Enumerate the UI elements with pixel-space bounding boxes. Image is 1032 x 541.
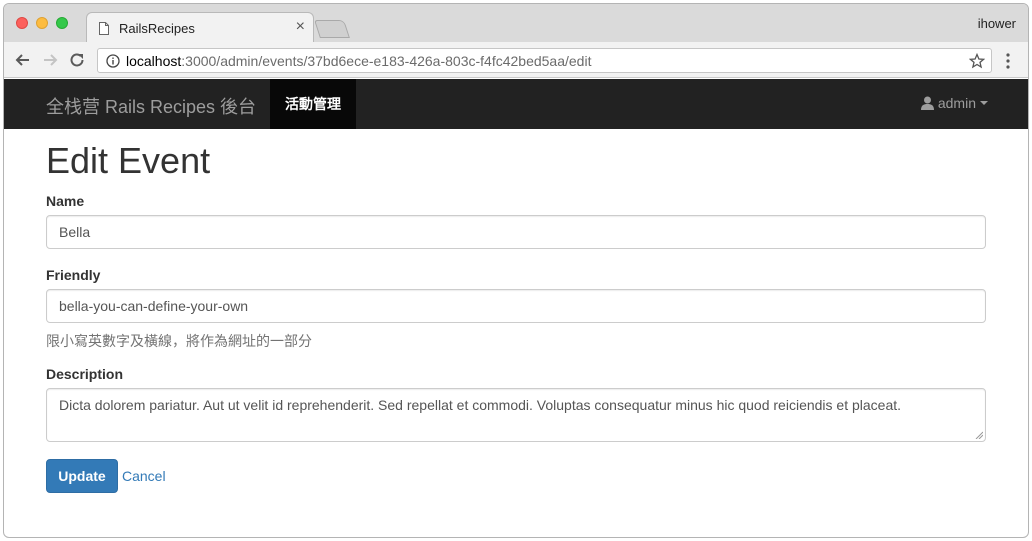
- back-arrow-icon[interactable]: [14, 51, 32, 69]
- friendly-input[interactable]: bella-you-can-define-your-own: [46, 289, 986, 323]
- user-icon: [920, 96, 934, 110]
- browser-toolbar: localhost:3000/admin/events/37bd6ece-e18…: [4, 42, 1028, 78]
- maximize-window-button[interactable]: [56, 17, 68, 29]
- close-window-button[interactable]: [16, 17, 28, 29]
- page-title: Edit Event: [46, 140, 211, 181]
- user-dropdown[interactable]: admin: [920, 95, 988, 111]
- minimize-window-button[interactable]: [36, 17, 48, 29]
- address-bar[interactable]: localhost:3000/admin/events/37bd6ece-e18…: [97, 48, 992, 73]
- user-name: admin: [937, 95, 976, 111]
- close-icon[interactable]: ×: [296, 18, 305, 36]
- browser-tab[interactable]: RailsRecipes ×: [86, 12, 314, 43]
- forward-arrow-icon[interactable]: [41, 51, 59, 69]
- friendly-label: Friendly: [46, 267, 101, 283]
- friendly-help-text: 限小寫英數字及橫線，將作為網址的一部分: [46, 333, 312, 349]
- app-navbar: 全栈营 Rails Recipes 後台 活動管理 admin: [4, 79, 1028, 129]
- resize-grip-icon[interactable]: [975, 431, 983, 439]
- new-tab-button[interactable]: [314, 20, 350, 38]
- document-icon: [99, 22, 109, 35]
- name-label: Name: [46, 193, 85, 209]
- menu-dots-icon[interactable]: [1006, 53, 1010, 69]
- url-text: localhost:3000/admin/events/37bd6ece-e18…: [126, 53, 592, 69]
- tab-strip: RailsRecipes × ihower: [4, 4, 1028, 43]
- name-input[interactable]: Bella: [46, 215, 986, 249]
- star-icon[interactable]: [969, 53, 985, 69]
- profile-name[interactable]: ihower: [978, 16, 1016, 31]
- update-button[interactable]: Update: [46, 459, 118, 493]
- description-text: Dicta dolorem pariatur. Aut ut velit id …: [59, 397, 902, 413]
- brand-link[interactable]: 全栈营 Rails Recipes 後台: [46, 93, 256, 119]
- info-icon[interactable]: [106, 54, 120, 68]
- description-textarea[interactable]: Dicta dolorem pariatur. Aut ut velit id …: [46, 388, 986, 442]
- tab-title: RailsRecipes: [119, 21, 195, 36]
- caret-down-icon: [980, 101, 988, 105]
- cancel-link[interactable]: Cancel: [122, 468, 166, 484]
- description-label: Description: [46, 366, 124, 382]
- browser-window: RailsRecipes × ihower localhost:3000/adm…: [3, 3, 1029, 538]
- nav-item-events[interactable]: 活動管理: [270, 79, 356, 129]
- reload-icon[interactable]: [68, 51, 86, 69]
